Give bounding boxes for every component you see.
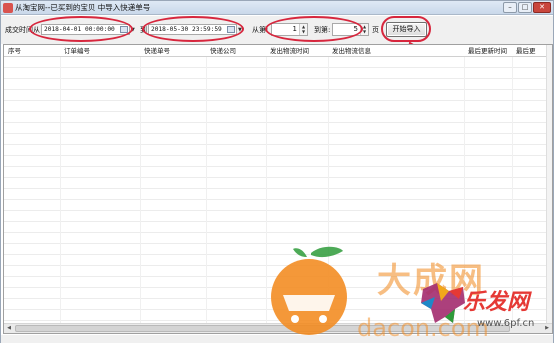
column-header[interactable]: 快递单号 <box>144 45 170 57</box>
page-to-value: 5 <box>353 25 358 33</box>
app-icon <box>3 3 13 13</box>
start-import-button[interactable]: 开始导入 <box>386 22 427 37</box>
column-header[interactable]: 快递公司 <box>210 45 236 57</box>
page-to-stepper[interactable]: 5 ▲ ▼ <box>332 23 369 36</box>
window-controls: – □ ✕ <box>503 2 551 13</box>
vertical-scrollbar[interactable] <box>546 45 552 325</box>
grid-header: 序号 订单编号 快递单号 快递公司 发出物流时间 发出物流信息 最后更新时间 最… <box>4 45 552 57</box>
column-header[interactable]: 发出物流信息 <box>332 45 371 57</box>
column-divider <box>206 57 207 323</box>
date-from-label: 成交时间从 <box>5 26 40 34</box>
maximize-button[interactable]: □ <box>518 2 532 13</box>
watermark-site: www.6pf.cn <box>477 318 535 329</box>
window-title: 从淘宝网--已买到的宝贝 中导入快递单号 <box>15 3 151 12</box>
calendar-icon[interactable] <box>120 26 128 33</box>
chevron-down-icon[interactable]: ▼ <box>238 27 242 33</box>
page-from-value: 1 <box>292 25 297 33</box>
column-divider <box>140 57 141 323</box>
orange-logo-icon <box>271 246 347 335</box>
column-header[interactable]: 最后更新时间 <box>468 45 507 57</box>
title-bar[interactable]: 从淘宝网--已买到的宝贝 中导入快递单号 – □ ✕ <box>1 1 553 15</box>
minimize-button[interactable]: – <box>503 2 517 13</box>
scroll-left-icon[interactable]: ◀ <box>4 324 14 333</box>
date-to-value: 2018-05-30 23:59:59 <box>151 26 222 33</box>
column-header[interactable]: 订单编号 <box>64 45 90 57</box>
calendar-icon[interactable] <box>227 26 235 33</box>
spin-arrows-icon[interactable]: ▲ ▼ <box>299 24 307 35</box>
chevron-down-icon[interactable]: ▼ <box>131 27 135 33</box>
date-to-label: 到 <box>140 26 147 34</box>
date-from-picker[interactable]: 2018-04-01 00:00:00 <box>41 24 130 35</box>
page-from-label: 从第: <box>252 26 269 34</box>
page-unit-label: 页 <box>372 26 379 34</box>
date-to-picker[interactable]: 2018-05-30 23:59:59 <box>148 24 237 35</box>
column-divider <box>60 57 61 323</box>
page-from-stepper[interactable]: 1 ▲ ▼ <box>271 23 308 36</box>
close-button[interactable]: ✕ <box>533 2 551 13</box>
toolbar: 成交时间从 2018-04-01 00:00:00 ▼ 到 2018-05-30… <box>1 16 553 44</box>
column-header[interactable]: 序号 <box>8 45 21 57</box>
watermark-sub-brand: 乐发网 <box>463 290 530 315</box>
page-to-label: 到第: <box>314 26 331 34</box>
spin-arrows-icon[interactable]: ▲ ▼ <box>360 24 368 35</box>
column-header[interactable]: 发出物流时间 <box>270 45 309 57</box>
date-from-value: 2018-04-01 00:00:00 <box>44 26 115 33</box>
column-header[interactable]: 最后更 <box>516 45 536 57</box>
app-window: 从淘宝网--已买到的宝贝 中导入快递单号 – □ ✕ 成交时间从 2018-04… <box>0 0 554 343</box>
bull-logo-icon <box>421 283 465 323</box>
scroll-right-icon[interactable]: ▶ <box>542 324 552 333</box>
